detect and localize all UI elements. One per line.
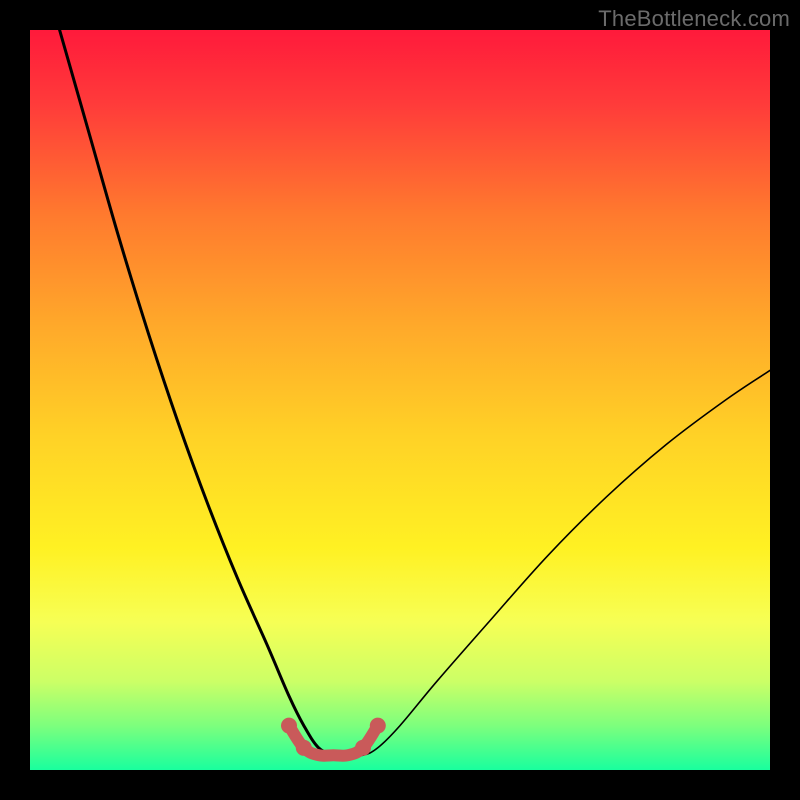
bottom-highlight-dot xyxy=(296,740,312,756)
chart-svg xyxy=(30,30,770,770)
watermark-text: TheBottleneck.com xyxy=(598,6,790,32)
bottom-highlight-dot xyxy=(370,718,386,734)
bottom-highlight-dot xyxy=(355,740,371,756)
bottom-highlight-dot xyxy=(281,718,297,734)
chart-frame: TheBottleneck.com xyxy=(0,0,800,800)
plot-area xyxy=(30,30,770,770)
gradient-background xyxy=(30,30,770,770)
